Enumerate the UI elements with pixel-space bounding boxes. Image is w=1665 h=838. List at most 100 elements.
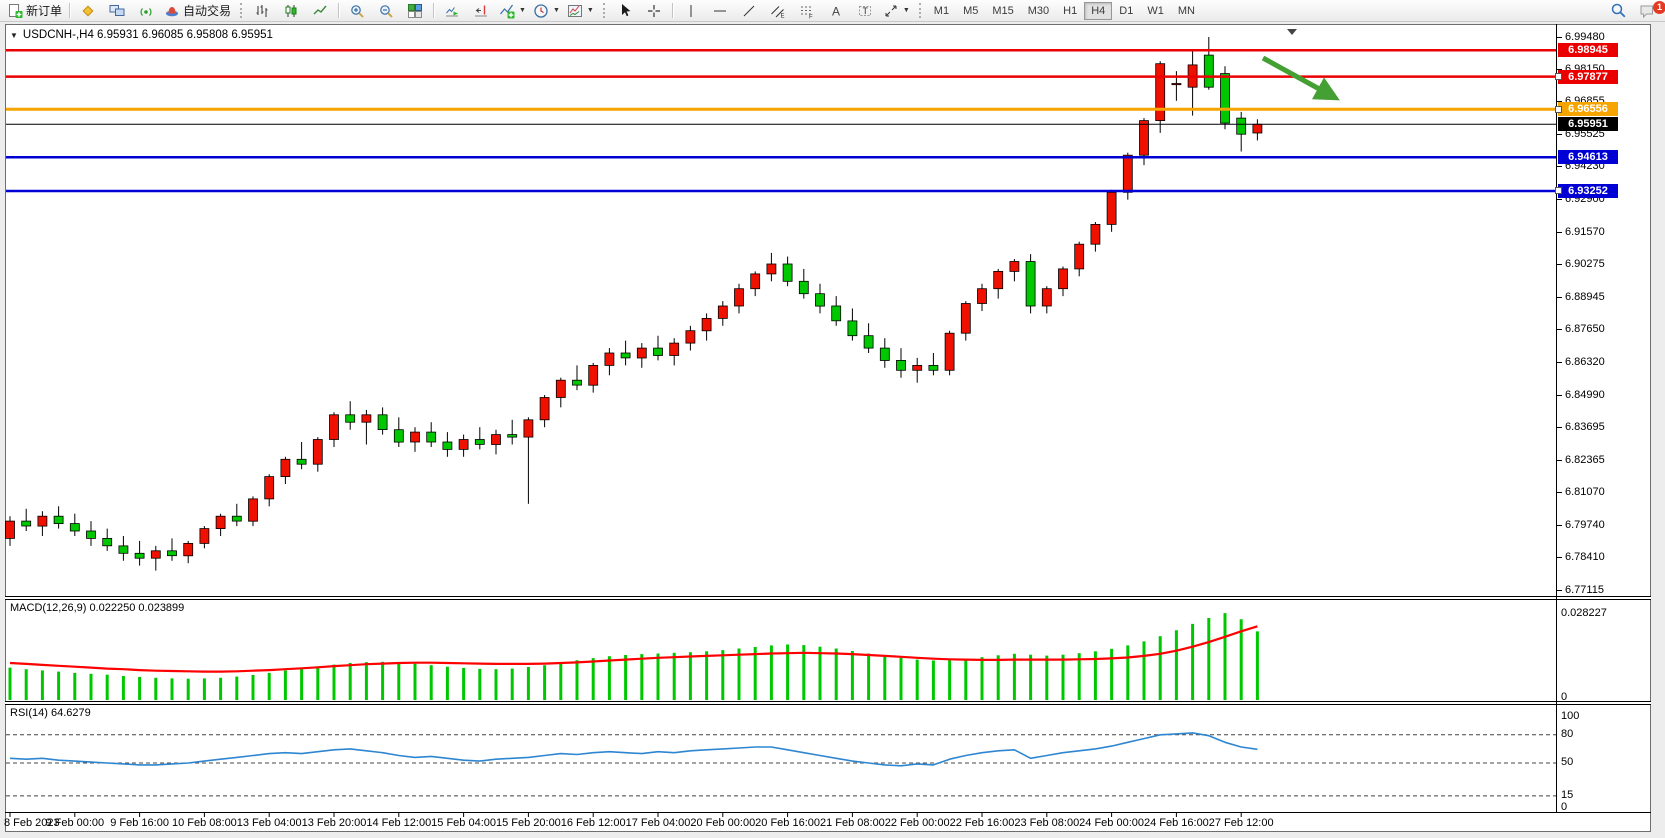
tile-windows-button[interactable] bbox=[401, 1, 429, 21]
new-order-icon bbox=[7, 3, 23, 19]
resistance-line-2-tag[interactable]: 6.97877 bbox=[1558, 70, 1618, 84]
time-axis-label: 23 Feb 08:00 bbox=[1014, 817, 1079, 829]
resistance-line-2-handle[interactable] bbox=[1555, 73, 1562, 80]
text-icon: A bbox=[828, 3, 844, 19]
pivot-line-tag[interactable]: 6.96556 bbox=[1558, 102, 1618, 116]
time-axis-label: 9 Feb 00:00 bbox=[45, 817, 104, 829]
bid-price-line-tag[interactable]: 6.95951 bbox=[1558, 117, 1618, 131]
support-line-2-handle[interactable] bbox=[1555, 187, 1562, 194]
price-axis-tick: 6.86320 bbox=[1565, 356, 1605, 368]
pivot-line-handle[interactable] bbox=[1555, 106, 1562, 113]
chart-title-bar: ▼ USDCNH-,H4 6.95931 6.96085 6.95808 6.9… bbox=[10, 29, 273, 41]
timeframe-d1[interactable]: D1 bbox=[1112, 2, 1140, 20]
auto-scroll-icon bbox=[444, 3, 460, 19]
price-axis-tick: 6.99480 bbox=[1565, 31, 1605, 43]
time-axis-label: 20 Feb 00:00 bbox=[690, 817, 755, 829]
bar-chart-button[interactable] bbox=[248, 1, 276, 21]
price-axis-tick-mark bbox=[1556, 590, 1562, 591]
chart-title: USDCNH-,H4 6.95931 6.96085 6.95808 6.959… bbox=[23, 29, 273, 41]
periods-clock-icon bbox=[533, 3, 549, 19]
resistance-line-1-tag[interactable]: 6.98945 bbox=[1558, 43, 1618, 57]
price-axis-tick-mark bbox=[1556, 297, 1562, 298]
time-axis-label: 22 Feb 00:00 bbox=[885, 817, 950, 829]
macd-panel-splitter[interactable] bbox=[5, 596, 1651, 600]
timeframe-m15[interactable]: M15 bbox=[985, 2, 1020, 20]
signals-icon bbox=[138, 3, 154, 19]
chart-shift-icon bbox=[473, 3, 489, 19]
timeframe-h4[interactable]: H4 bbox=[1084, 2, 1112, 20]
auto-scroll-button[interactable] bbox=[438, 1, 466, 21]
timeframe-mn[interactable]: MN bbox=[1171, 2, 1202, 20]
timeframe-m5[interactable]: M5 bbox=[956, 2, 985, 20]
cursor-button[interactable] bbox=[611, 1, 639, 21]
chart-shift-button[interactable] bbox=[467, 1, 495, 21]
arrows-button[interactable]: ▼ bbox=[880, 1, 913, 21]
templates-button[interactable]: ▼ bbox=[564, 1, 597, 21]
notifications-button[interactable]: 1 bbox=[1633, 1, 1661, 21]
zoom-in-button[interactable] bbox=[343, 1, 371, 21]
time-axis-label: 27 Feb 12:00 bbox=[1209, 817, 1274, 829]
add-indicator-button[interactable]: ▼ bbox=[496, 1, 529, 21]
trendline-button[interactable] bbox=[735, 1, 763, 21]
chevron-down-icon: ▼ bbox=[903, 7, 910, 14]
new-order-button[interactable]: 新订单 bbox=[4, 1, 65, 21]
time-axis-label: 13 Feb 20:00 bbox=[302, 817, 367, 829]
candlestick-chart-button[interactable] bbox=[277, 1, 305, 21]
fibonacci-button[interactable]: F bbox=[793, 1, 821, 21]
time-axis-label: 20 Feb 16:00 bbox=[755, 817, 820, 829]
fibonacci-icon: F bbox=[799, 3, 815, 19]
time-axis-label: 10 Feb 08:00 bbox=[172, 817, 237, 829]
chart-canvas[interactable] bbox=[5, 24, 1651, 832]
horizontal-line-button[interactable] bbox=[706, 1, 734, 21]
rsi-scale-0: 0 bbox=[1561, 801, 1567, 813]
price-axis-tick: 6.79740 bbox=[1565, 519, 1605, 531]
price-axis-tick: 6.81070 bbox=[1565, 486, 1605, 498]
terminal-button[interactable] bbox=[103, 1, 131, 21]
price-axis-tick-mark bbox=[1556, 492, 1562, 493]
main-toolbar: 新订单 自动交易 ▼ ▼ bbox=[0, 0, 1665, 22]
timeframe-m30[interactable]: M30 bbox=[1021, 2, 1056, 20]
time-axis-label: 22 Feb 16:00 bbox=[950, 817, 1015, 829]
autotrading-button[interactable]: 自动交易 bbox=[161, 1, 234, 21]
zoom-out-button[interactable] bbox=[372, 1, 400, 21]
timeframe-group: M1M5M15M30H1H4D1W1MN bbox=[927, 2, 1202, 20]
price-axis-tick-mark bbox=[1556, 37, 1562, 38]
tile-windows-icon bbox=[407, 3, 423, 19]
crosshair-icon bbox=[646, 3, 662, 19]
svg-text:E: E bbox=[780, 13, 784, 19]
time-axis-label: 17 Feb 04:00 bbox=[626, 817, 691, 829]
new-order-label: 新订单 bbox=[26, 2, 62, 19]
toolbar-separator bbox=[433, 3, 434, 18]
metaeditor-button[interactable] bbox=[74, 1, 102, 21]
one-click-trading-toggle[interactable]: ▼ bbox=[10, 31, 18, 40]
bar-chart-icon bbox=[254, 3, 270, 19]
zoom-out-icon bbox=[378, 3, 394, 19]
text-button[interactable]: A bbox=[822, 1, 850, 21]
macd-scale-min: 0 bbox=[1561, 691, 1567, 703]
price-axis-tick-mark bbox=[1556, 395, 1562, 396]
search-button[interactable] bbox=[1604, 1, 1632, 21]
support-line-2-tag[interactable]: 6.93252 bbox=[1558, 184, 1618, 198]
line-chart-button[interactable] bbox=[306, 1, 334, 21]
rsi-label: RSI(14) 64.6279 bbox=[10, 707, 91, 719]
equidistant-channel-button[interactable]: E bbox=[764, 1, 792, 21]
vertical-line-button[interactable] bbox=[677, 1, 705, 21]
price-axis-tick-mark bbox=[1556, 557, 1562, 558]
crosshair-button[interactable] bbox=[640, 1, 668, 21]
timeframe-h1[interactable]: H1 bbox=[1056, 2, 1084, 20]
price-axis-tick: 6.83695 bbox=[1565, 421, 1605, 433]
support-line-1-tag[interactable]: 6.94613 bbox=[1558, 150, 1618, 164]
price-axis-tick-mark bbox=[1556, 134, 1562, 135]
price-axis-tick: 6.87650 bbox=[1565, 323, 1605, 335]
text-label-button[interactable]: T bbox=[851, 1, 879, 21]
time-axis-label: 16 Feb 12:00 bbox=[561, 817, 626, 829]
rsi-panel-splitter[interactable] bbox=[5, 701, 1651, 705]
rsi-scale-100: 100 bbox=[1561, 710, 1579, 722]
time-axis-label: 14 Feb 12:00 bbox=[366, 817, 431, 829]
price-axis-border bbox=[1556, 24, 1557, 813]
signals-button[interactable] bbox=[132, 1, 160, 21]
periods-button[interactable]: ▼ bbox=[530, 1, 563, 21]
timeframe-w1[interactable]: W1 bbox=[1140, 2, 1171, 20]
timeframe-m1[interactable]: M1 bbox=[927, 2, 956, 20]
macd-label: MACD(12,26,9) 0.022250 0.023899 bbox=[10, 602, 184, 614]
